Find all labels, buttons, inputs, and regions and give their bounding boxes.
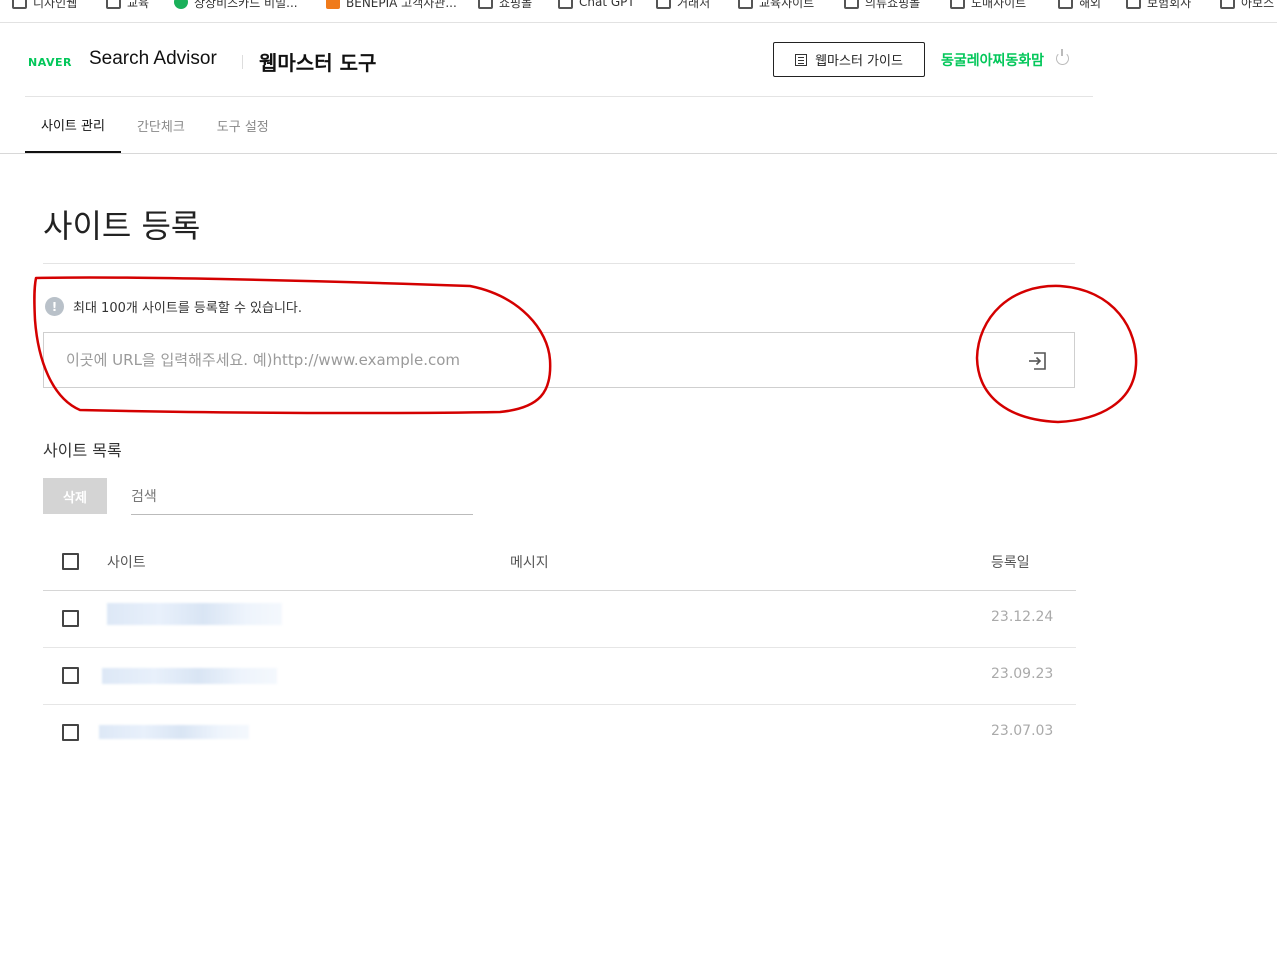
site-url-link-redacted[interactable] (107, 603, 282, 625)
info-icon: ! (45, 297, 64, 316)
table-header-row: 사이트 메시지 등록일 (43, 533, 1076, 591)
bookmark-item[interactable]: BENEPIA 고객사관... (326, 0, 457, 13)
registered-date: 23.09.23 (991, 666, 1054, 682)
title-divider (43, 263, 1075, 264)
table-row: 23.12.24 (43, 591, 1076, 648)
site-url-link-redacted[interactable] (99, 725, 249, 739)
table-row: 23.07.03 (43, 705, 1076, 762)
bookmark-item[interactable]: 상상비즈카드 비빌... (174, 0, 298, 13)
folder-icon (950, 0, 965, 9)
tab-site-management[interactable]: 사이트 관리 (25, 97, 121, 153)
folder-icon (1220, 0, 1235, 9)
folder-icon (478, 0, 493, 9)
page-title: 사이트 등록 (43, 207, 201, 245)
site-header: NAVER Search Advisor 웹마스터 도구 웹마스터 가이드 동굴… (25, 23, 1093, 97)
naver-logo[interactable]: NAVER (28, 56, 72, 69)
folder-icon (738, 0, 753, 9)
folder-icon (1058, 0, 1073, 9)
logout-power-icon[interactable] (1056, 49, 1069, 65)
site-search-input[interactable] (131, 480, 473, 515)
folder-icon (558, 0, 573, 9)
register-notice-text: 최대 100개 사이트를 등록할 수 있습니다. (73, 301, 303, 316)
main-tabs: 사이트 관리 간단체크 도구 설정 (25, 97, 285, 153)
user-name-link[interactable]: 동굴레아찌동화맘 (941, 50, 1044, 70)
bookmark-item[interactable]: 쇼핑몰 (478, 0, 532, 13)
leaf-favicon-icon (174, 0, 188, 9)
bookmark-item[interactable]: 교육사이트 (738, 0, 814, 13)
tabs-divider (0, 153, 1277, 154)
bookmark-item[interactable]: 디자인웹 (12, 0, 77, 13)
bookmark-item[interactable]: 해외 (1058, 0, 1101, 13)
delete-button[interactable]: 삭제 (43, 478, 107, 514)
site-url-link-redacted[interactable] (102, 668, 277, 684)
bookmark-item[interactable]: 도매사이트 (950, 0, 1026, 13)
benepia-favicon-icon (326, 0, 340, 9)
site-table: 사이트 메시지 등록일 23.12.24 23.09.23 23.07.03 (43, 533, 1076, 762)
folder-icon (106, 0, 121, 9)
row-checkbox[interactable] (62, 610, 79, 627)
register-submit-icon[interactable] (1026, 350, 1048, 372)
url-input-box (43, 332, 1075, 388)
row-checkbox[interactable] (62, 724, 79, 741)
page-section-title[interactable]: 웹마스터 도구 (259, 47, 376, 76)
webmaster-guide-label: 웹마스터 가이드 (815, 54, 903, 69)
bookmark-item[interactable]: 아보스 (1220, 0, 1274, 13)
bookmark-item[interactable]: Chat GPT (558, 0, 635, 13)
document-icon (795, 53, 808, 66)
table-row: 23.09.23 (43, 648, 1076, 705)
register-notice: ! 최대 100개 사이트를 등록할 수 있습니다. (45, 297, 302, 316)
column-header-message: 메시지 (510, 555, 549, 571)
bookmarks-bar: 디자인웹 교육 상상비즈카드 비빌... BENEPIA 고객사관... 쇼핑몰… (0, 0, 1277, 13)
brand-divider (242, 55, 243, 69)
folder-icon (656, 0, 671, 9)
bookmark-item[interactable]: 교육 (106, 0, 149, 13)
column-header-registered: 등록일 (991, 555, 1030, 571)
select-all-checkbox[interactable] (62, 553, 79, 570)
folder-icon (844, 0, 859, 9)
bookmark-item[interactable]: 보험회사 (1126, 0, 1191, 13)
folder-icon (1126, 0, 1141, 9)
tab-tool-settings[interactable]: 도구 설정 (201, 97, 285, 153)
bookmark-item[interactable]: 거래처 (656, 0, 710, 13)
tab-quick-check[interactable]: 간단체크 (121, 97, 201, 153)
site-list-title: 사이트 목록 (43, 441, 122, 460)
bookmark-item[interactable]: 의류쇼핑몰 (844, 0, 920, 13)
folder-icon (12, 0, 27, 9)
site-url-input[interactable] (66, 333, 946, 387)
brand-title[interactable]: Search Advisor (89, 48, 217, 70)
webmaster-guide-button[interactable]: 웹마스터 가이드 (773, 42, 925, 77)
registered-date: 23.07.03 (991, 723, 1054, 739)
registered-date: 23.12.24 (991, 609, 1054, 625)
row-checkbox[interactable] (62, 667, 79, 684)
column-header-site: 사이트 (107, 555, 146, 571)
